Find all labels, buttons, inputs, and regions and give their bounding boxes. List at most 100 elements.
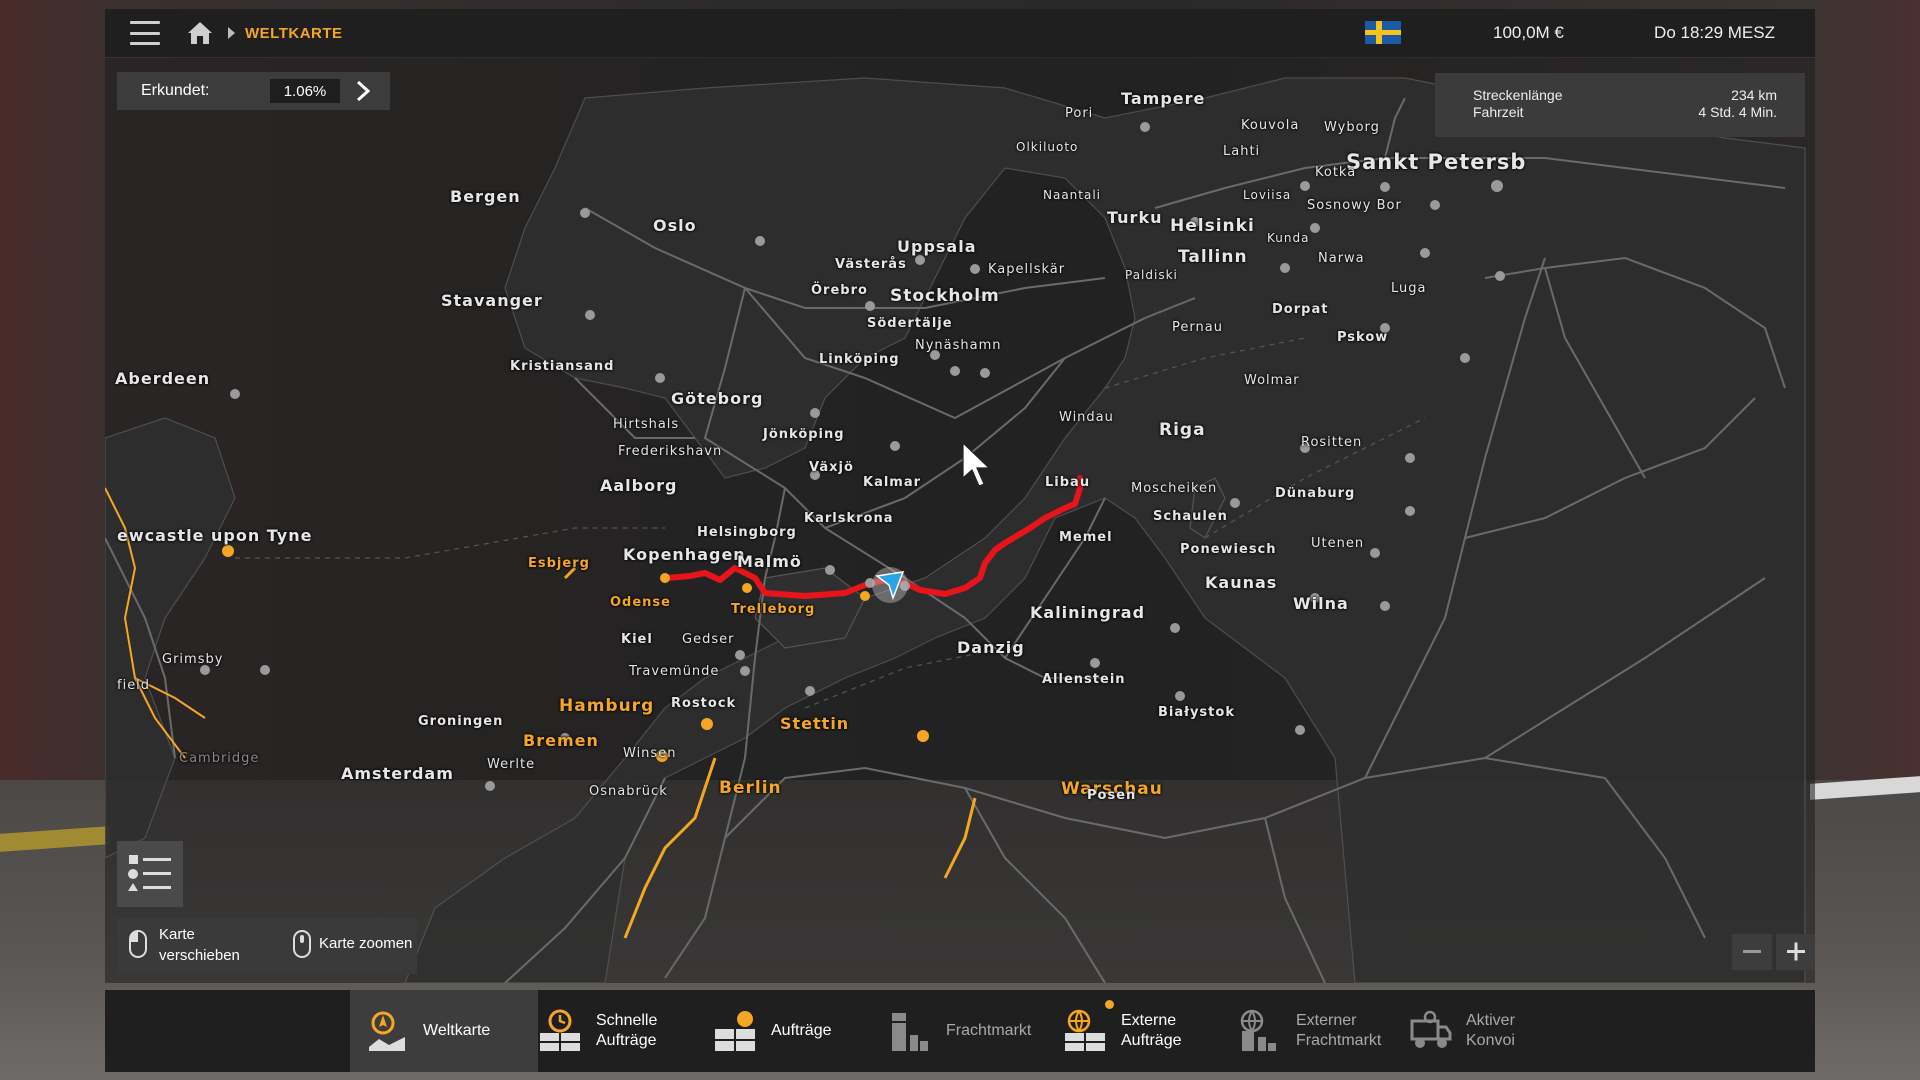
city-label: Wilna [1293, 594, 1349, 613]
tab-label: Schnelle Aufträge [596, 1012, 658, 1049]
world-map-icon [369, 1011, 405, 1051]
city-label: Ponewiesch [1180, 542, 1277, 557]
city-label: Luga [1391, 281, 1427, 296]
external-freight-market-icon [1240, 1009, 1276, 1051]
tab-world-map[interactable]: Weltkarte [350, 990, 538, 1072]
route-time-label: Fahrzeit [1473, 104, 1524, 120]
city-label: Nynäshamn [915, 338, 1002, 353]
city-label: Rostock [671, 696, 737, 711]
breadcrumb-separator-icon [228, 27, 235, 39]
route-length-label: Streckenlänge [1473, 87, 1563, 103]
map-canvas[interactable] [105, 58, 1815, 983]
city-label: Libau [1045, 475, 1091, 490]
city-label: Kotka [1315, 165, 1357, 180]
tab-label: Aktiver Konvoi [1466, 1012, 1515, 1049]
city-label: Örebro [811, 283, 868, 298]
tab-quick-jobs[interactable]: Schnelle Aufträge [538, 990, 698, 1072]
breadcrumb[interactable]: WELTKARTE [245, 25, 343, 42]
land-masses [105, 77, 1806, 983]
city-label: Berlin [719, 778, 782, 798]
tab-label: Frachtmarkt [946, 1022, 1032, 1039]
city-label: Linköping [819, 352, 900, 367]
route-time-value: 4 Std. 4 Min. [1698, 104, 1777, 120]
pan-hint: Karte verschieben [159, 926, 240, 964]
zoom-out-button[interactable] [1732, 934, 1772, 970]
chevron-right-icon[interactable] [350, 72, 376, 110]
city-label: Kaliningrad [1030, 603, 1146, 622]
city-label: Riga [1159, 420, 1206, 440]
zoom-in-button[interactable] [1776, 934, 1815, 970]
city-label: Trelleborg [731, 602, 816, 617]
money-display: 100,0M € [1493, 23, 1564, 42]
city-label: Amsterdam [341, 764, 454, 783]
city-label: Esbjerg [528, 556, 590, 571]
city-label: Kopenhagen [623, 545, 746, 564]
city-label: Kristiansand [510, 359, 615, 374]
city-label: Västerås [835, 257, 907, 272]
city-label: Paldiski [1125, 268, 1178, 282]
game-clock: Do 18:29 MESZ [1654, 23, 1775, 42]
external-jobs-icon [1065, 1009, 1105, 1051]
zoom-hint: Karte zoomen [319, 935, 413, 952]
city-label: Kapellskär [988, 262, 1066, 277]
city-label: Växjö [809, 460, 854, 475]
explored-indicator: Erkundet: 1.06% [117, 72, 390, 110]
explored-value: 1.06% [270, 79, 340, 103]
city-label: Memel [1059, 530, 1113, 545]
city-label: Schaulen [1153, 509, 1228, 524]
tab-active-convoy[interactable]: Aktiver Konvoi [1408, 990, 1568, 1072]
city-label: Aberdeen [115, 369, 211, 388]
city-label: Posen [1087, 788, 1137, 803]
city-label: Tallinn [1178, 247, 1248, 267]
control-hints: Karte verschieben Karte zoomen [117, 918, 417, 974]
jobs-icon [715, 1011, 755, 1051]
city-label: Jönköping [763, 427, 845, 442]
city-label: Kalmar [863, 475, 922, 490]
tab-label: Weltkarte [423, 1022, 491, 1039]
city-label: Moscheiken [1131, 481, 1218, 496]
city-label: Bremen [523, 731, 599, 750]
map-legend-button[interactable] [117, 841, 183, 907]
bottom-tab-bar: Weltkarte Schnelle Aufträge Aufträge Fra… [105, 990, 1815, 1072]
city-label: Sankt Petersb [1346, 150, 1527, 174]
city-label: Groningen [418, 714, 504, 729]
city-label: Wolmar [1244, 373, 1300, 388]
city-label: Karlskrona [804, 511, 894, 526]
tab-external-freight-market[interactable]: Externer Frachtmarkt [1238, 990, 1418, 1072]
active-convoy-icon [1410, 1010, 1452, 1048]
city-label: Kiel [621, 632, 653, 647]
city-label: Stavanger [441, 291, 543, 310]
tab-external-jobs[interactable]: Externe Aufträge [1063, 990, 1223, 1072]
city-label: Pori [1065, 106, 1094, 121]
city-label: Tampere [1121, 89, 1206, 108]
world-map[interactable]: Bergen Oslo Uppsala Västerås Örebro Stoc… [105, 58, 1815, 983]
tab-freight-market[interactable]: Frachtmarkt [888, 990, 1058, 1072]
sweden-flag-icon [1365, 21, 1401, 44]
city-label: Lahti [1223, 144, 1261, 159]
city-label: Osnabrück [589, 784, 668, 799]
freight-market-icon [892, 1013, 928, 1051]
city-label: Turku [1107, 208, 1163, 227]
city-label: Grimsby [162, 652, 224, 667]
city-label: Allenstein [1042, 672, 1126, 687]
city-label: Sosnowy Bor [1307, 198, 1402, 213]
city-label: Pernau [1172, 320, 1223, 335]
tab-jobs[interactable]: Aufträge [713, 990, 873, 1072]
quick-jobs-icon [540, 1009, 580, 1051]
city-label: Gedser [682, 632, 735, 647]
city-label: Naantali [1043, 188, 1102, 202]
top-bar: WELTKARTE 100,0M € Do 18:29 MESZ [105, 9, 1815, 57]
home-icon[interactable] [186, 20, 214, 46]
city-label: Hirtshals [613, 417, 680, 432]
tab-label: Externe Aufträge [1121, 1012, 1182, 1049]
city-label: Odense [610, 595, 671, 610]
city-label: Södertälje [867, 316, 953, 331]
city-label: Oslo [653, 216, 697, 235]
city-label: Werlte [487, 757, 536, 772]
mouse-wheel-icon [293, 930, 311, 958]
city-label: Kouvola [1241, 118, 1300, 133]
city-label: Windau [1059, 410, 1114, 425]
menu-icon[interactable] [130, 21, 160, 45]
city-label: Danzig [957, 638, 1025, 657]
city-label: Göteborg [671, 389, 764, 408]
